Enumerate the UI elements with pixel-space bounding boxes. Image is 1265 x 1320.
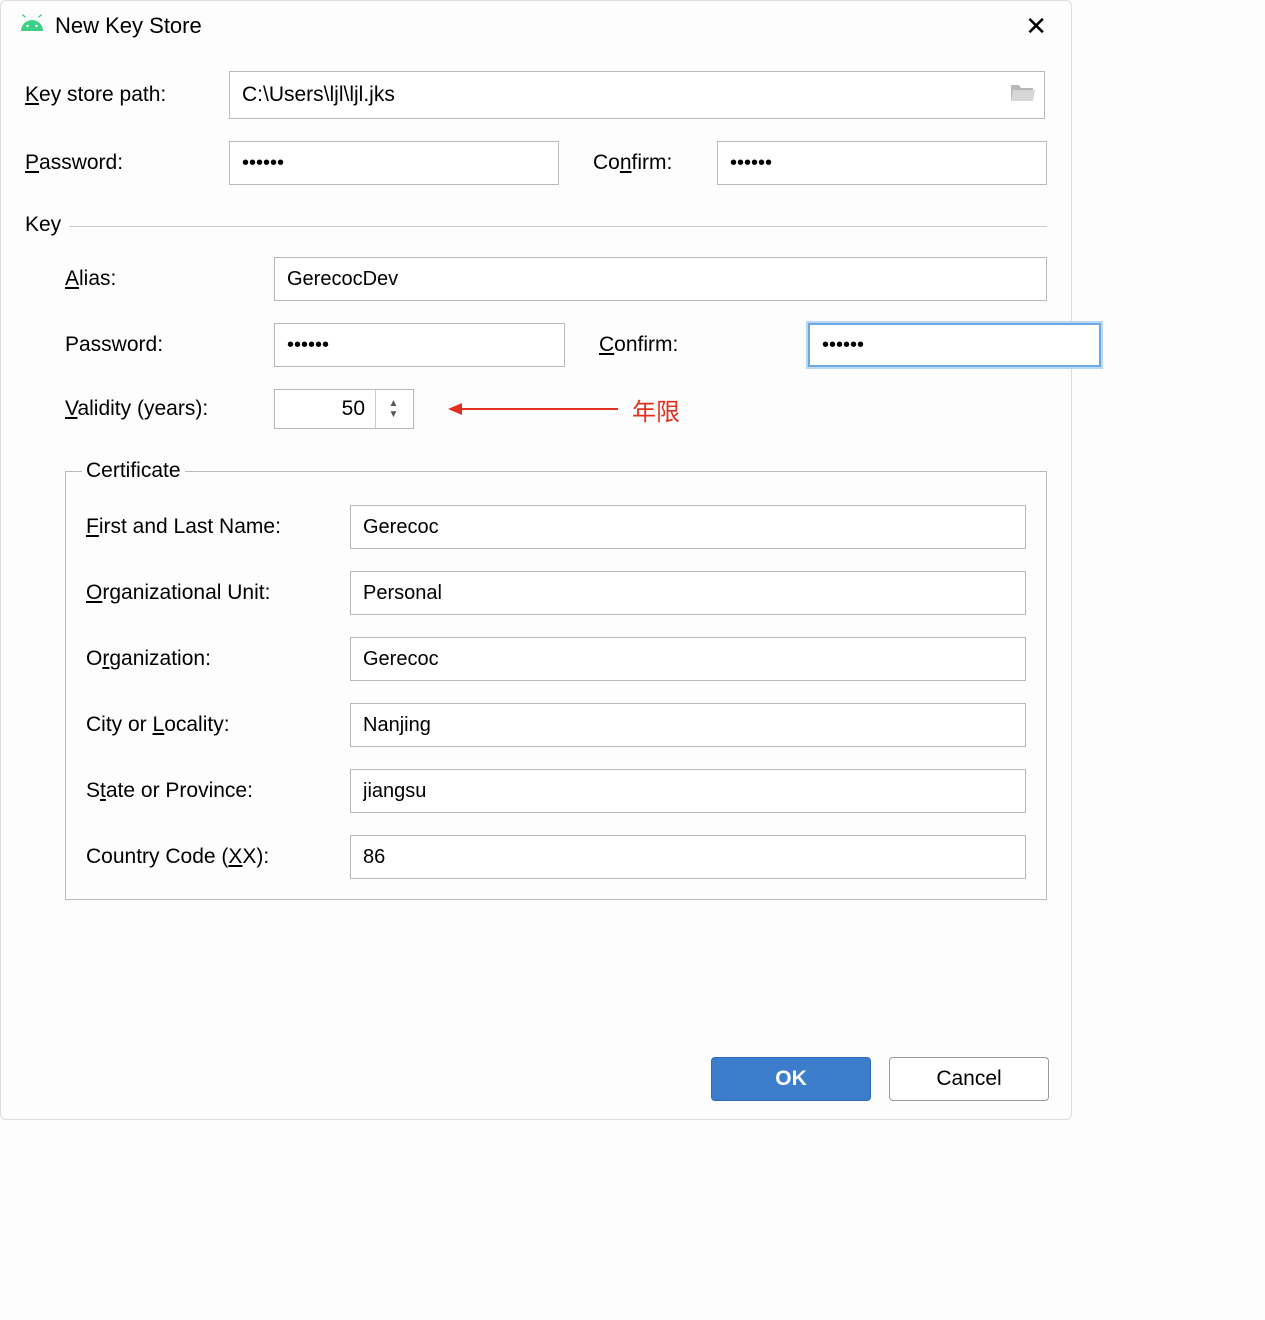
keystore-confirm-field[interactable] xyxy=(717,141,1047,185)
stepper-arrows[interactable]: ▲ ▼ xyxy=(375,390,411,428)
form-area: Key store path: Password: Confirm: Key A… xyxy=(1,51,1071,900)
validity-stepper[interactable]: ▲ ▼ xyxy=(274,389,414,429)
alias-label: Alias: xyxy=(65,267,260,291)
annotation-arrow: 年限 xyxy=(448,392,680,427)
cancel-button[interactable]: Cancel xyxy=(889,1057,1049,1101)
validity-value[interactable] xyxy=(275,391,375,427)
chevron-down-icon[interactable]: ▼ xyxy=(389,409,399,420)
certificate-group: Certificate First and Last Name: Organiz… xyxy=(65,459,1047,900)
validity-label: Validity (years): xyxy=(65,397,260,421)
state-label: State or Province: xyxy=(86,779,336,803)
first-last-label: First and Last Name: xyxy=(86,515,336,539)
separator xyxy=(25,226,1047,227)
key-password-field[interactable] xyxy=(274,323,565,367)
keystore-path-label: Key store path: xyxy=(25,83,215,107)
state-field[interactable] xyxy=(350,769,1026,813)
keystore-path-field[interactable] xyxy=(229,71,1045,119)
city-field[interactable] xyxy=(350,703,1026,747)
key-section-label: Key xyxy=(25,213,69,237)
confirm-label: Confirm: xyxy=(593,151,703,175)
certificate-legend: Certificate xyxy=(82,459,185,483)
annotation-text: 年限 xyxy=(632,392,680,427)
android-icon xyxy=(19,13,45,39)
country-label: Country Code (XX): xyxy=(86,845,336,869)
keystore-password-field[interactable] xyxy=(229,141,559,185)
org-label: Organization: xyxy=(86,647,336,671)
key-confirm-label: Confirm: xyxy=(599,333,794,357)
chevron-up-icon[interactable]: ▲ xyxy=(389,398,399,409)
org-unit-field[interactable] xyxy=(350,571,1026,615)
ok-button[interactable]: OK xyxy=(711,1057,871,1101)
key-password-label: Password: xyxy=(65,333,260,357)
country-field[interactable] xyxy=(350,835,1026,879)
first-last-field[interactable] xyxy=(350,505,1026,549)
alias-field[interactable] xyxy=(274,257,1047,301)
key-confirm-field[interactable] xyxy=(808,323,1101,367)
city-label: City or Locality: xyxy=(86,713,336,737)
org-field[interactable] xyxy=(350,637,1026,681)
password-label: Password: xyxy=(25,151,215,175)
org-unit-label: Organizational Unit: xyxy=(86,581,336,605)
close-icon[interactable]: ✕ xyxy=(1019,11,1053,42)
dialog-title: New Key Store xyxy=(55,13,1019,39)
title-bar: New Key Store ✕ xyxy=(1,1,1071,51)
